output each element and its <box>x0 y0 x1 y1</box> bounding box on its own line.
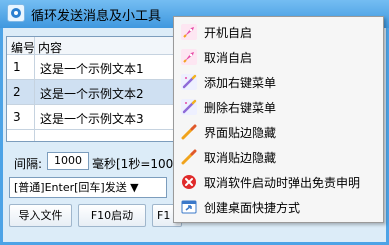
column-header-number[interactable]: 编号 <box>11 39 35 56</box>
brush-icon <box>181 149 197 165</box>
menu-item-add-context-menu[interactable]: 添加右键菜单 <box>174 70 383 94</box>
row-content: 这是一个示例文本1 <box>40 62 144 76</box>
window-title: 循环发送消息及小工具 <box>31 9 162 24</box>
menu-item-label: 删除右键菜单 <box>204 101 277 115</box>
shortcut-icon <box>181 200 197 214</box>
menu-item-label: 添加右键菜单 <box>204 76 277 90</box>
menu-item-cancel-edge-hide[interactable]: 取消贴边隐藏 <box>174 145 383 169</box>
send-mode-select[interactable]: [普通]Enter[回车]发送 ▼ <box>9 177 167 198</box>
row-number: 3 <box>13 110 21 124</box>
f10-start-button[interactable]: F10启动 <box>78 204 146 227</box>
wand-icon <box>181 74 197 90</box>
row-number: 1 <box>13 60 21 74</box>
menu-item-label: 界面贴边隐藏 <box>204 126 277 140</box>
menu-item-label: 取消贴边隐藏 <box>204 151 277 165</box>
import-file-button[interactable]: 导入文件 <box>9 204 72 227</box>
interval-input[interactable]: 1000 <box>47 152 89 170</box>
interval-label: 间隔: <box>14 157 43 171</box>
row-number: 2 <box>13 85 21 99</box>
menu-item-label: 取消自启 <box>204 51 253 65</box>
menu-item-label: 创建桌面快捷方式 <box>204 201 301 215</box>
row-content: 这是一个示例文本2 <box>40 87 144 101</box>
rocket-icon <box>181 49 197 65</box>
menu-item-label: 开机自启 <box>204 26 253 40</box>
menu-item-cancel-autostart[interactable]: 取消自启 <box>174 45 383 69</box>
close-circle-icon <box>182 175 196 189</box>
menu-item-remove-context-menu[interactable]: 删除右键菜单 <box>174 95 383 119</box>
column-divider <box>34 37 35 141</box>
context-menu: 开机自启 取消自启 添加右键菜单 删除右键菜单 界面贴边隐藏 取消贴边隐藏 取消… <box>173 16 384 223</box>
menu-item-edge-hide[interactable]: 界面贴边隐藏 <box>174 120 383 144</box>
row-content: 这是一个示例文本3 <box>40 112 144 126</box>
column-header-content[interactable]: 内容 <box>38 39 62 56</box>
menu-item-autostart[interactable]: 开机自启 <box>174 20 383 44</box>
app-icon <box>7 4 25 22</box>
menu-item-label: 取消软件启动时弹出免责申明 <box>204 176 361 190</box>
rocket-icon <box>181 24 197 40</box>
wand-icon <box>181 99 197 115</box>
menu-item-create-shortcut[interactable]: 创建桌面快捷方式 <box>174 195 383 219</box>
brush-icon <box>181 124 197 140</box>
menu-item-cancel-disclaimer[interactable]: 取消软件启动时弹出免责申明 <box>174 170 383 194</box>
